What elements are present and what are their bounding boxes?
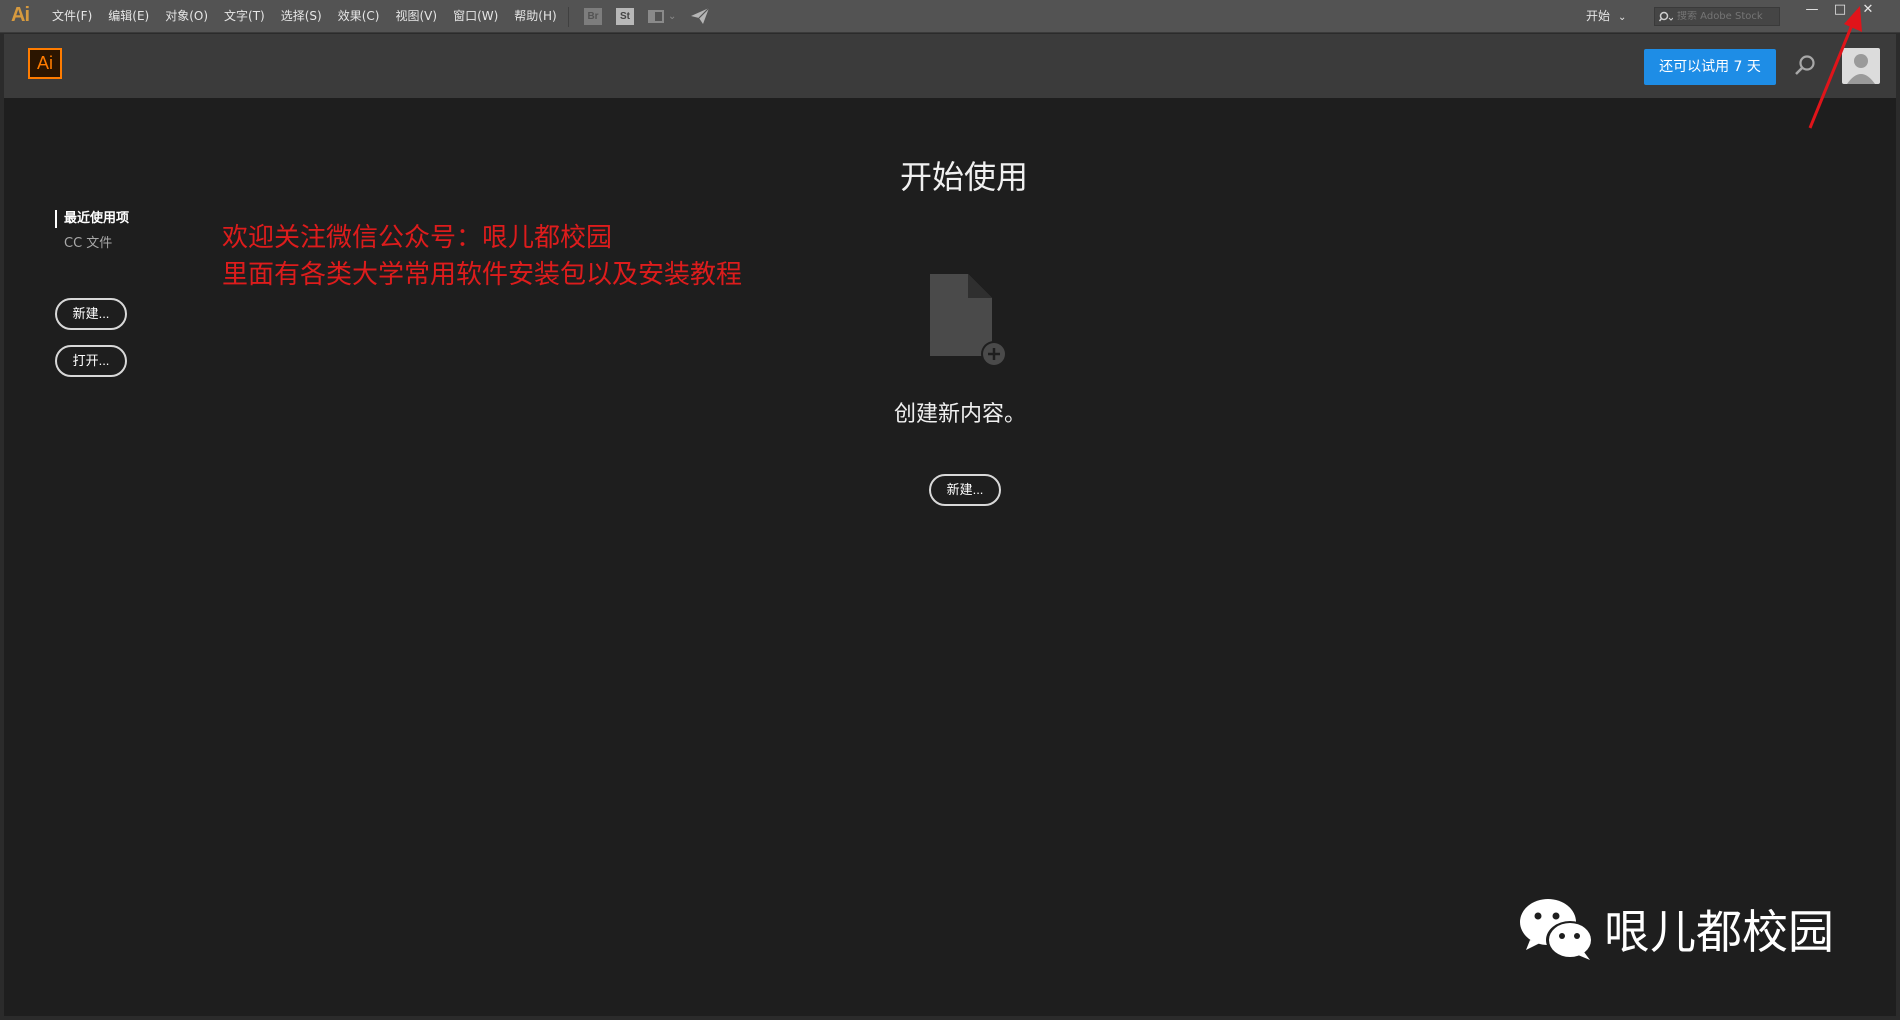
- promo-line-1: 欢迎关注微信公众号：哏儿都校园: [222, 223, 613, 253]
- promo-notice: 欢迎关注微信公众号：哏儿都校园 里面有各类大学常用软件安装包以及安装教程: [222, 220, 742, 294]
- chevron-down-icon: ⌄: [668, 10, 677, 22]
- stock-icon[interactable]: St: [616, 7, 634, 25]
- search-icon: [1659, 11, 1673, 21]
- menu-help[interactable]: 帮助(H): [506, 0, 564, 33]
- menu-edit[interactable]: 编辑(E): [100, 0, 157, 33]
- menu-file[interactable]: 文件(F): [44, 0, 100, 33]
- illustrator-logo: Ai: [28, 48, 62, 79]
- page-title: 开始使用: [899, 158, 1028, 196]
- workspace-switcher[interactable]: 开始 ⌄: [1586, 0, 1626, 33]
- trial-button[interactable]: 还可以试用 7 天: [1644, 49, 1776, 85]
- home-main: 最近使用项 CC 文件 新建... 打开... 欢迎关注微信公众号：哏儿都校园 …: [4, 98, 1896, 1016]
- menu-items: 文件(F) 编辑(E) 对象(O) 文字(T) 选择(S) 效果(C) 视图(V…: [44, 0, 565, 33]
- wechat-icon: [1520, 899, 1594, 960]
- menu-bar: Ai 文件(F) 编辑(E) 对象(O) 文字(T) 选择(S) 效果(C) 视…: [0, 0, 1900, 33]
- annotation-arrow-icon: [1808, 6, 1862, 129]
- main-new-button[interactable]: 新建...: [929, 474, 1001, 506]
- menu-select[interactable]: 选择(S): [273, 0, 330, 33]
- app-icon: Ai: [11, 4, 30, 26]
- stock-search: [1654, 7, 1780, 26]
- stock-search-input[interactable]: [1677, 11, 1777, 22]
- sidebar: 最近使用项 CC 文件: [55, 210, 129, 253]
- arrange-documents-icon[interactable]: ⌄: [648, 9, 677, 23]
- menu-view[interactable]: 视图(V): [387, 0, 445, 33]
- menu-object[interactable]: 对象(O): [157, 0, 216, 33]
- gpu-performance-icon[interactable]: [690, 7, 710, 25]
- chevron-down-icon: ⌄: [1618, 12, 1627, 23]
- watermark: 哏儿都校园: [1518, 896, 1834, 962]
- promo-line-2: 里面有各类大学常用软件安装包以及安装教程: [222, 260, 743, 290]
- watermark-name: 哏儿都校园: [1604, 905, 1834, 959]
- toolbar-divider: [568, 7, 569, 27]
- menu-window[interactable]: 窗口(W): [445, 0, 506, 33]
- workspace-label: 开始: [1586, 9, 1611, 23]
- new-document-icon: [930, 274, 1007, 366]
- sidebar-item-recent[interactable]: 最近使用项: [55, 210, 129, 228]
- menu-effect[interactable]: 效果(C): [330, 0, 388, 33]
- sidebar-item-cc-files[interactable]: CC 文件: [55, 235, 129, 253]
- bridge-icon[interactable]: Br: [584, 7, 602, 25]
- sidebar-open-button[interactable]: 打开...: [55, 345, 127, 377]
- menu-type[interactable]: 文字(T): [216, 0, 273, 33]
- create-new-text: 创建新内容。: [893, 402, 1026, 427]
- home-header: Ai 还可以试用 7 天: [4, 34, 1896, 98]
- sidebar-new-button[interactable]: 新建...: [55, 298, 127, 330]
- toolbar-icons: Br St ⌄: [584, 7, 710, 25]
